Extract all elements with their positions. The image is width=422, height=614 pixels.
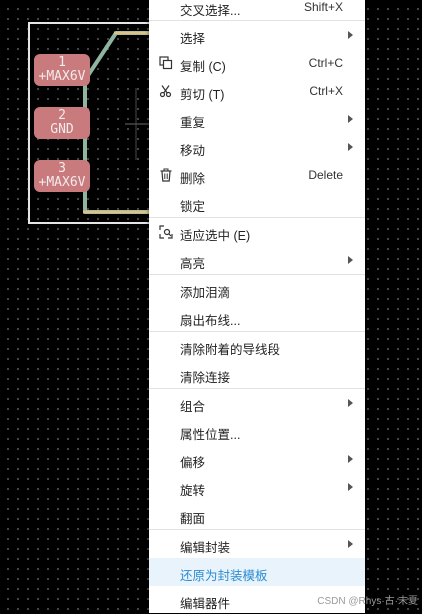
chevron-right-icon: [348, 256, 353, 264]
copy-icon: [159, 56, 173, 70]
menu-item-delete[interactable]: 删除 Delete: [149, 161, 365, 189]
pad-net: +MAX6V: [38, 69, 86, 84]
menu-item-label: 移动: [180, 144, 206, 158]
chevron-right-icon: [348, 143, 353, 151]
menu-item-fit-selection[interactable]: 适应选中 (E): [149, 218, 365, 246]
menu-item-label: 高亮: [180, 257, 206, 271]
pad-3[interactable]: 3 +MAX6V: [34, 160, 90, 192]
menu-item-label: 偏移: [180, 456, 206, 470]
chevron-right-icon: [348, 455, 353, 463]
context-menu: 交叉选择... Shift+X 选择 复制 (C) Ctrl+C 剪切 (T) …: [149, 0, 365, 613]
menu-item-move[interactable]: 移动: [149, 133, 365, 161]
scissors-icon: [159, 85, 172, 98]
chevron-right-icon: [348, 540, 353, 548]
menu-item-select[interactable]: 选择: [149, 21, 365, 49]
menu-item-attribute-position[interactable]: 属性位置...: [149, 417, 365, 445]
chevron-right-icon: [348, 115, 353, 123]
menu-item-revert-to-footprint-template[interactable]: 还原为封装模板: [149, 558, 365, 586]
menu-item-label: 重复: [180, 116, 206, 130]
menu-item-label: 复制 (C): [180, 60, 226, 74]
watermark: CSDN @Rhys·古·末夏: [317, 596, 418, 607]
menu-item-edit-footprint[interactable]: 编辑封装: [149, 530, 365, 558]
menu-item-label: 编辑封装: [180, 541, 231, 555]
menu-item-label: 清除连接: [180, 371, 231, 385]
menu-item-label: 编辑器件: [180, 597, 231, 611]
menu-item-add-teardrop[interactable]: 添加泪滴: [149, 275, 365, 303]
chevron-right-icon: [348, 483, 353, 491]
menu-item-label: 选择: [180, 32, 206, 46]
pad-number: 2: [58, 108, 66, 123]
pad-net: +MAX6V: [38, 175, 86, 190]
menu-item-clear-connections[interactable]: 清除连接: [149, 360, 365, 388]
menu-item-shortcut: Ctrl+X: [309, 84, 343, 98]
menu-item-label: 剪切 (T): [180, 88, 225, 102]
menu-item-rotate[interactable]: 旋转: [149, 473, 365, 501]
menu-item-fanout[interactable]: 扇出布线...: [149, 303, 365, 331]
chevron-right-icon: [348, 31, 353, 39]
menu-item-shortcut: Ctrl+C: [308, 56, 343, 70]
trash-icon: [160, 168, 172, 182]
menu-item-clear-attached-tracks[interactable]: 清除附着的导线段: [149, 332, 365, 360]
menu-item-label: 翻面: [180, 512, 206, 526]
chevron-right-icon: [348, 399, 353, 407]
menu-item-label: 旋转: [180, 484, 206, 498]
pad-number: 1: [58, 55, 66, 70]
pad-net: GND: [50, 122, 74, 137]
fit-selection-icon: [159, 225, 173, 239]
menu-item-offset[interactable]: 偏移: [149, 445, 365, 473]
menu-item-label: 组合: [180, 400, 206, 414]
pad-number: 3: [58, 161, 66, 176]
menu-item-highlight[interactable]: 高亮: [149, 246, 365, 274]
silkscreen-outline: [83, 31, 155, 214]
menu-item-label: 清除附着的导线段: [180, 343, 281, 357]
menu-item-label: 添加泪滴: [180, 286, 231, 300]
menu-item-cut[interactable]: 剪切 (T) Ctrl+X: [149, 77, 365, 105]
menu-item-flip[interactable]: 翻面: [149, 501, 365, 529]
menu-item-repeat[interactable]: 重复: [149, 105, 365, 133]
menu-item-label: 扇出布线...: [180, 314, 241, 328]
menu-item-label: 锁定: [180, 200, 206, 214]
menu-item-shortcut: Delete: [308, 168, 343, 182]
pad-1[interactable]: 1 +MAX6V: [34, 54, 90, 86]
menu-item-group[interactable]: 组合: [149, 389, 365, 417]
pad-2[interactable]: 2 GND: [34, 107, 90, 139]
menu-item-label: 交叉选择...: [180, 4, 241, 18]
menu-item-label: 适应选中 (E): [180, 229, 251, 243]
menu-item-lock[interactable]: 锁定: [149, 189, 365, 217]
menu-item-label: 还原为封装模板: [180, 569, 268, 583]
menu-item-shortcut: Shift+X: [303, 0, 343, 14]
menu-item-copy[interactable]: 复制 (C) Ctrl+C: [149, 49, 365, 77]
menu-item-cross-select[interactable]: 交叉选择... Shift+X: [149, 0, 365, 21]
menu-item-label: 属性位置...: [180, 428, 241, 442]
menu-item-label: 删除: [180, 172, 206, 186]
